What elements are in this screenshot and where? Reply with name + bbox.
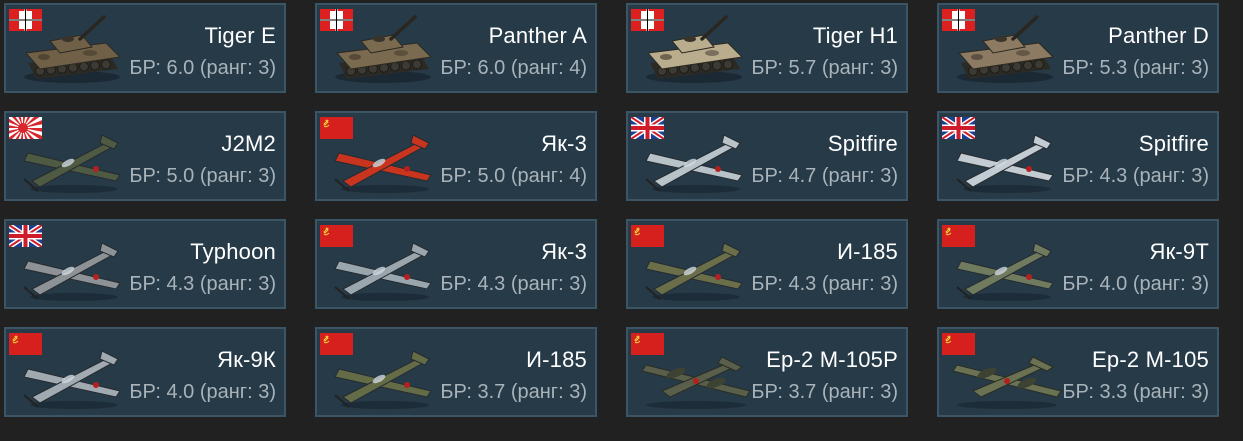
ussr-flag-icon xyxy=(9,333,42,355)
vehicle-name: Spitfire xyxy=(1138,131,1209,156)
vehicle-name: Panther A xyxy=(488,23,587,48)
vehicle-battle-rating: БР: 5.0 (ранг: 4) xyxy=(440,165,587,187)
vehicle-name: Як-9Т xyxy=(1149,239,1209,264)
germany-flag-icon xyxy=(9,9,42,31)
vehicle-battle-rating: БР: 4.3 (ранг: 3) xyxy=(129,273,276,295)
vehicle-battle-rating: БР: 4.3 (ранг: 3) xyxy=(440,273,587,295)
vehicle-battle-rating: БР: 3.7 (ранг: 3) xyxy=(751,381,898,403)
vehicle-battle-rating: БР: 4.0 (ранг: 3) xyxy=(1062,273,1209,295)
vehicle-card[interactable]: J2M2 БР: 5.0 (ранг: 3) xyxy=(4,111,286,201)
ussr-flag-icon xyxy=(320,225,353,247)
vehicle-name: Panther D xyxy=(1108,23,1209,48)
vehicle-battle-rating: БР: 4.3 (ранг: 3) xyxy=(1062,165,1209,187)
vehicle-name: Як-3 xyxy=(541,239,587,264)
vehicle-battle-rating: БР: 5.7 (ранг: 3) xyxy=(751,57,898,79)
uk-flag-icon xyxy=(942,117,975,139)
germany-flag-icon xyxy=(320,9,353,31)
vehicle-battle-rating: БР: 3.3 (ранг: 3) xyxy=(1062,381,1209,403)
japan-flag-icon xyxy=(9,117,42,139)
uk-flag-icon xyxy=(631,117,664,139)
vehicle-card[interactable]: Tiger E БР: 6.0 (ранг: 3) xyxy=(4,3,286,93)
germany-flag-icon xyxy=(631,9,664,31)
vehicle-card[interactable]: Як-3 БР: 4.3 (ранг: 3) xyxy=(315,219,597,309)
germany-flag-icon xyxy=(942,9,975,31)
ussr-flag-icon xyxy=(320,333,353,355)
vehicle-name: J2M2 xyxy=(221,131,276,156)
vehicle-battle-rating: БР: 6.0 (ранг: 3) xyxy=(129,57,276,79)
vehicle-grid: Tiger E БР: 6.0 (ранг: 3) Panther A БР: 6.0… xyxy=(0,0,1243,441)
ussr-flag-icon xyxy=(631,333,664,355)
ussr-flag-icon xyxy=(942,225,975,247)
vehicle-battle-rating: БР: 3.7 (ранг: 3) xyxy=(440,381,587,403)
vehicle-battle-rating: БР: 4.7 (ранг: 3) xyxy=(751,165,898,187)
vehicle-name: И-185 xyxy=(526,347,587,372)
ussr-flag-icon xyxy=(320,117,353,139)
vehicle-card[interactable]: Як-9Т БР: 4.0 (ранг: 3) xyxy=(937,219,1219,309)
vehicle-battle-rating: БР: 4.3 (ранг: 3) xyxy=(751,273,898,295)
vehicle-card[interactable]: Spitfire БР: 4.3 (ранг: 3) xyxy=(937,111,1219,201)
vehicle-name: И-185 xyxy=(837,239,898,264)
vehicle-name: Typhoon xyxy=(190,239,276,264)
vehicle-card[interactable]: Як-9К БР: 4.0 (ранг: 3) xyxy=(4,327,286,417)
uk-flag-icon xyxy=(9,225,42,247)
vehicle-name: Як-3 xyxy=(541,131,587,156)
vehicle-card[interactable]: Ер-2 М-105Р БР: 3.7 (ранг: 3) xyxy=(626,327,908,417)
vehicle-card[interactable]: Ер-2 М-105 БР: 3.3 (ранг: 3) xyxy=(937,327,1219,417)
vehicle-battle-rating: БР: 5.0 (ранг: 3) xyxy=(129,165,276,187)
vehicle-name: Spitfire xyxy=(827,131,898,156)
vehicle-card[interactable]: Panther A БР: 6.0 (ранг: 4) xyxy=(315,3,597,93)
ussr-flag-icon xyxy=(631,225,664,247)
ussr-flag-icon xyxy=(942,333,975,355)
vehicle-card[interactable]: Typhoon БР: 4.3 (ранг: 3) xyxy=(4,219,286,309)
vehicle-card[interactable]: Tiger H1 БР: 5.7 (ранг: 3) xyxy=(626,3,908,93)
vehicle-battle-rating: БР: 5.3 (ранг: 3) xyxy=(1062,57,1209,79)
vehicle-battle-rating: БР: 4.0 (ранг: 3) xyxy=(129,381,276,403)
vehicle-name: Tiger H1 xyxy=(812,23,898,48)
vehicle-battle-rating: БР: 6.0 (ранг: 4) xyxy=(440,57,587,79)
vehicle-name: Ер-2 М-105 xyxy=(1092,347,1209,372)
vehicle-card[interactable]: Як-3 БР: 5.0 (ранг: 4) xyxy=(315,111,597,201)
vehicle-name: Ер-2 М-105Р xyxy=(766,347,898,372)
vehicle-name: Tiger E xyxy=(204,23,276,48)
vehicle-card[interactable]: Panther D БР: 5.3 (ранг: 3) xyxy=(937,3,1219,93)
vehicle-card[interactable]: И-185 БР: 4.3 (ранг: 3) xyxy=(626,219,908,309)
vehicle-card[interactable]: Spitfire БР: 4.7 (ранг: 3) xyxy=(626,111,908,201)
vehicle-card[interactable]: И-185 БР: 3.7 (ранг: 3) xyxy=(315,327,597,417)
vehicle-name: Як-9К xyxy=(217,347,276,372)
